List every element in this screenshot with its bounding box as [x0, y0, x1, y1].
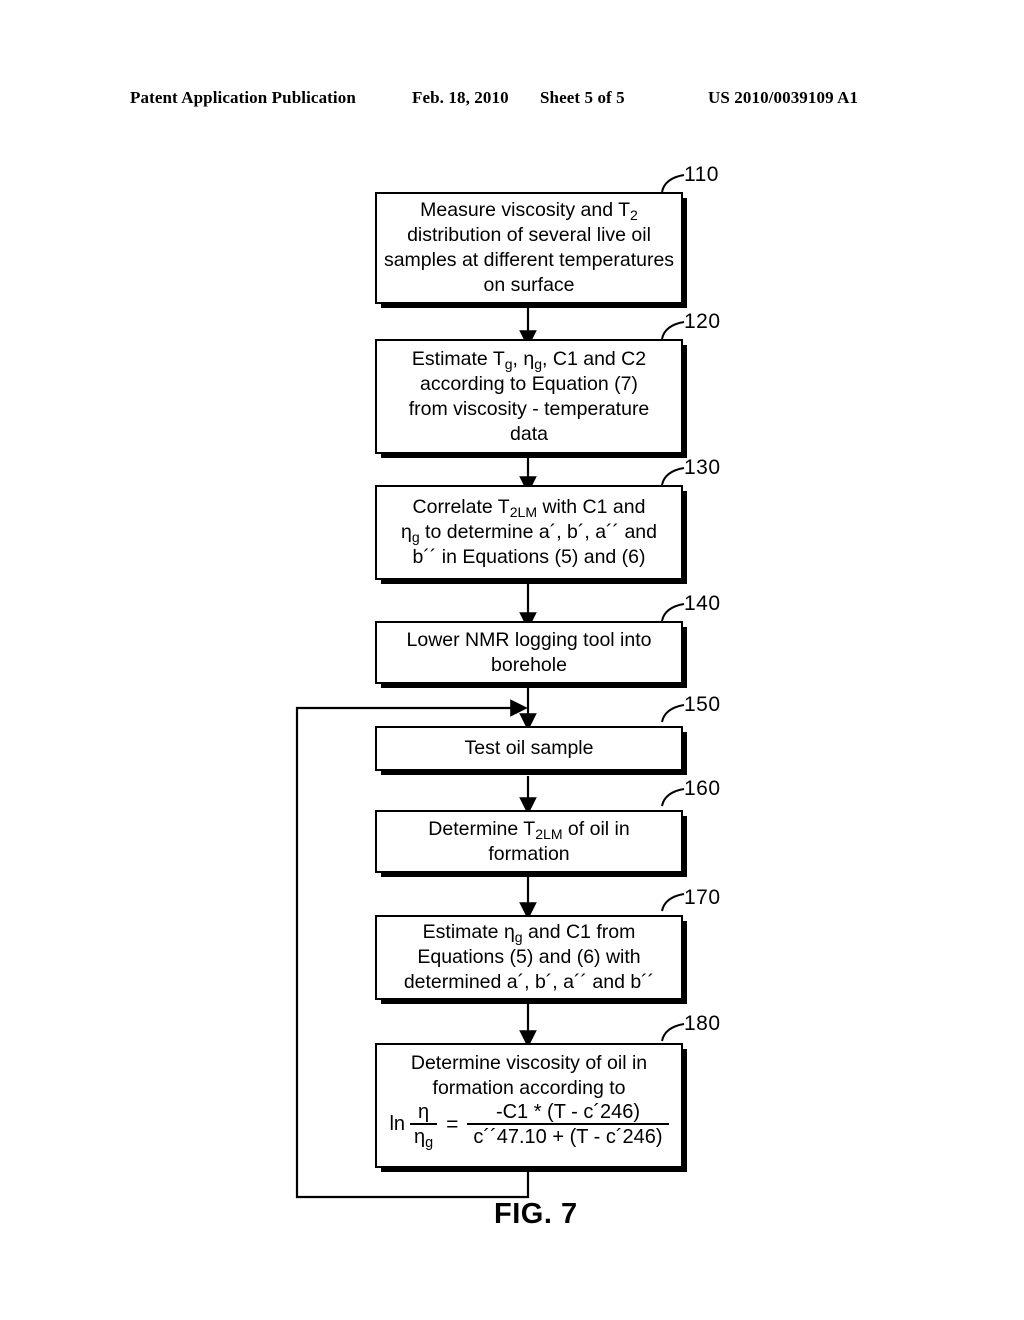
ref-number-140: 140 — [684, 592, 721, 615]
box-130-subscript-g: g — [411, 528, 420, 545]
box-120-eta: , η — [512, 347, 535, 370]
box-180-line-1: Determine viscosity of oil in — [410, 1052, 648, 1074]
flow-box-130[interactable]: Correlate T2LM with C1 and ηg to determi… — [375, 485, 683, 580]
flow-box-140[interactable]: Lower NMR logging tool into borehole — [375, 621, 683, 684]
equation-lhs-den-subscript-g: g — [425, 1135, 434, 1152]
equation-rhs-denominator: c´´47.10 + (T - c´246) — [467, 1123, 669, 1148]
box-110-subscript-2: 2 — [630, 206, 638, 223]
leader-170 — [661, 893, 685, 912]
box-130-with-c1: with C1 and — [537, 496, 646, 518]
box-120-T: Estimate T — [411, 347, 505, 370]
equation-lhs-den-eta: η — [414, 1126, 426, 1148]
box-160-T: Determine T — [428, 817, 536, 840]
box-120-subscript-g1: g — [504, 355, 513, 372]
box-150-line-1: Test oil sample — [464, 737, 594, 759]
figure-caption: FIG. 7 — [494, 1198, 578, 1230]
leader-150 — [661, 704, 685, 723]
box-120-line-1: Estimate Tg, ηg, C1 and C2 — [383, 347, 675, 372]
flow-box-110[interactable]: Measure viscosity and T2 distribution of… — [375, 192, 683, 304]
box-110-line-1: Measure viscosity and T2 — [383, 198, 675, 223]
box-110-line-1-text: Measure viscosity and T — [420, 199, 631, 221]
box-130-line-2: ηg to determine a´, b´, a´´ and — [383, 520, 675, 545]
box-170-line-3: determined a´, b´, a´´ and b´´ — [403, 971, 655, 993]
flow-box-160[interactable]: Determine T2LM of oil in formation — [375, 810, 683, 873]
box-170-line-1: Estimate ηg and C1 from — [383, 920, 675, 945]
box-160-subscript-2lm: 2LM — [535, 825, 563, 842]
box-130-subscript-2lm: 2LM — [509, 503, 538, 520]
viscosity-equation: ln η ηg = -C1 * (T - c´246) c´´47.10 + (… — [383, 1101, 675, 1152]
box-170-line-2: Equations (5) and (6) with — [417, 946, 641, 968]
box-130-line-3: b´´ in Equations (5) and (6) — [412, 546, 646, 568]
box-120-subscript-g2: g — [534, 355, 543, 372]
box-130-determine: to determine a´, b´, a´´ and — [419, 521, 658, 543]
box-130-line-1: Correlate T2LM with C1 and — [383, 495, 675, 520]
box-120-line-3: from viscosity - temperature — [408, 397, 650, 420]
box-110-line-2: distribution of several live oil — [407, 224, 651, 246]
leader-130 — [661, 467, 685, 486]
flow-box-120[interactable]: Estimate Tg, ηg, C1 and C2 according to … — [375, 339, 683, 454]
box-170-and-c1: and C1 from — [522, 921, 636, 943]
equation-equals-sign: = — [446, 1112, 459, 1136]
equation-rhs-fraction: -C1 * (T - c´246) c´´47.10 + (T - c´246) — [467, 1101, 669, 1148]
ref-number-160: 160 — [684, 777, 721, 800]
flow-box-170[interactable]: Estimate ηg and C1 from Equations (5) an… — [375, 915, 683, 1000]
box-110-line-4: on surface — [483, 274, 575, 296]
leader-120 — [661, 321, 685, 340]
figure-7: Measure viscosity and T2 distribution of… — [0, 0, 1024, 1320]
flow-box-180[interactable]: Determine viscosity of oil in formation … — [375, 1043, 683, 1168]
box-160-line-1: Determine T2LM of oil in — [383, 817, 675, 842]
leader-110 — [661, 174, 685, 193]
box-180-line-2: formation according to — [432, 1077, 626, 1099]
ref-number-120: 120 — [684, 310, 721, 333]
leader-160 — [661, 788, 685, 807]
leader-180 — [661, 1023, 685, 1042]
flow-box-150[interactable]: Test oil sample — [375, 726, 683, 771]
equation-lhs-fraction: η ηg — [410, 1101, 438, 1152]
box-120-constants: , C1 and C2 — [542, 347, 647, 370]
leader-140 — [661, 603, 685, 622]
equation-rhs-numerator: -C1 * (T - c´246) — [495, 1101, 641, 1123]
box-110-line-3: samples at different temperatures — [383, 249, 675, 271]
box-160-line-2: formation — [488, 842, 570, 865]
box-120-line-4: data — [510, 422, 548, 445]
box-140-line-2: borehole — [491, 653, 567, 676]
equation-lhs-denominator: ηg — [410, 1123, 438, 1152]
ref-number-180: 180 — [684, 1012, 721, 1035]
ref-number-110: 110 — [684, 163, 719, 186]
box-160-of-oil: of oil in — [562, 817, 630, 840]
ref-number-150: 150 — [684, 693, 721, 716]
ref-number-170: 170 — [684, 886, 721, 909]
box-140-line-1: Lower NMR logging tool into — [406, 628, 652, 651]
box-170-subscript-g: g — [514, 928, 523, 945]
box-120-line-2: according to Equation (7) — [420, 372, 638, 395]
box-170-eta: Estimate η — [422, 921, 515, 943]
box-130-eta: η — [400, 521, 412, 543]
equation-ln-operator: ln — [389, 1112, 406, 1135]
box-130-T: Correlate T — [412, 496, 510, 518]
ref-number-130: 130 — [684, 456, 721, 479]
equation-lhs-numerator: η — [418, 1101, 430, 1123]
